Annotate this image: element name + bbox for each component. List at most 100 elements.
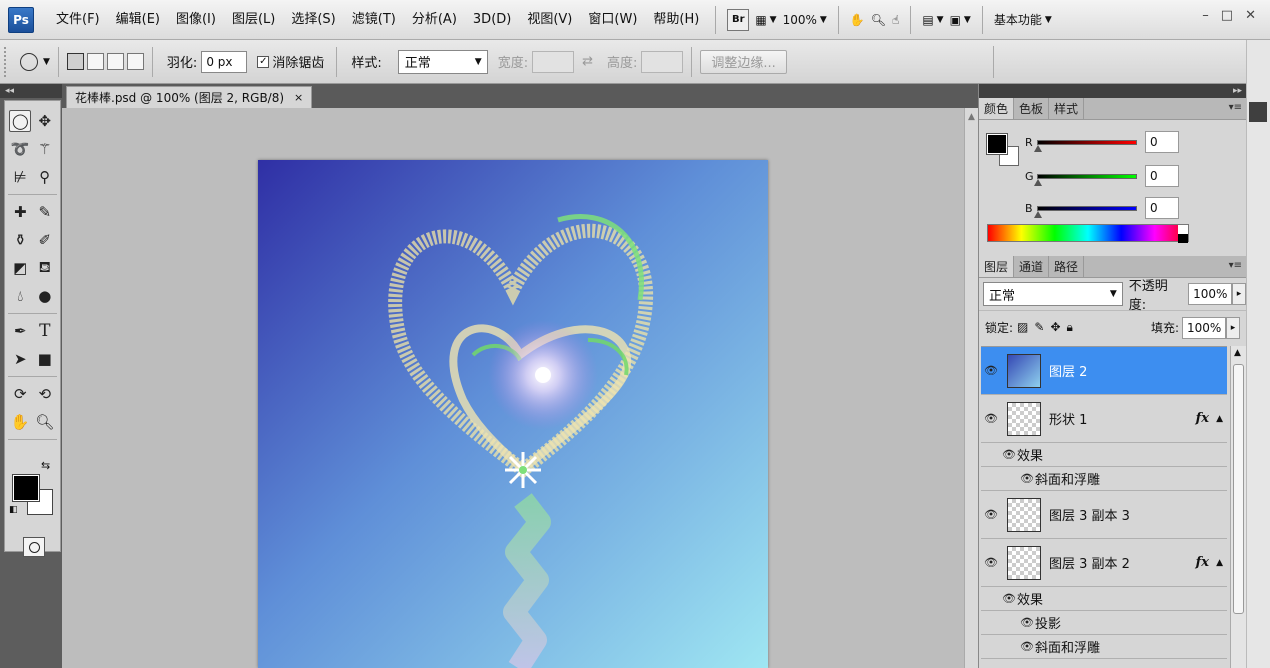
hand-tool-icon[interactable]: ✋ bbox=[9, 411, 31, 433]
effect-row-drop-shadow[interactable]: 👁︎ 投影 bbox=[981, 611, 1227, 635]
slider-knob-icon[interactable] bbox=[1034, 144, 1042, 152]
type-tool-icon[interactable]: T bbox=[34, 320, 56, 342]
hand-tool-button[interactable]: ✋ bbox=[850, 7, 865, 33]
tab-swatches[interactable]: 色板 bbox=[1014, 98, 1050, 119]
tab-channels[interactable]: 通道 bbox=[1014, 256, 1050, 277]
green-slider[interactable] bbox=[1034, 173, 1137, 186]
slider-knob-icon[interactable] bbox=[1034, 210, 1042, 218]
effects-group-row[interactable]: 👁︎ 效果 bbox=[981, 443, 1227, 467]
bridge-button[interactable]: Br bbox=[727, 7, 750, 33]
fill-slider-button[interactable]: ▸ bbox=[1226, 316, 1240, 339]
clone-stamp-tool-icon[interactable]: ⚱ bbox=[9, 229, 31, 251]
default-colors-icon[interactable]: ◧ bbox=[9, 505, 18, 515]
menu-select[interactable]: 选择(S) bbox=[283, 0, 343, 40]
collapse-effects-icon[interactable]: ▲ bbox=[1216, 558, 1223, 568]
tab-styles[interactable]: 样式 bbox=[1049, 98, 1085, 119]
close-document-icon[interactable]: × bbox=[294, 91, 303, 104]
menu-window[interactable]: 窗口(W) bbox=[580, 0, 645, 40]
new-selection-icon[interactable] bbox=[66, 53, 84, 70]
opacity-input[interactable]: 100% bbox=[1188, 283, 1233, 305]
panels-header[interactable]: ▸▸ bbox=[979, 84, 1246, 98]
3d-orbit-tool-icon[interactable]: ⟲ bbox=[34, 383, 56, 405]
layer-row-shape-1[interactable]: 👁︎ 形状 1 fx ▲ bbox=[981, 395, 1227, 443]
canvas-workspace[interactable] bbox=[62, 108, 964, 668]
effect-row-bevel-emboss[interactable]: 👁︎ 斜面和浮雕 bbox=[981, 635, 1227, 659]
effect-row-bevel-emboss[interactable]: 👁︎ 斜面和浮雕 bbox=[981, 467, 1227, 491]
black-white-ramp[interactable] bbox=[1178, 225, 1188, 243]
menu-analysis[interactable]: 分析(A) bbox=[404, 0, 465, 40]
tools-panel-header[interactable]: ◂◂ bbox=[0, 84, 62, 98]
tab-color[interactable]: 颜色 bbox=[979, 98, 1015, 119]
layer-effects-icon[interactable]: fx bbox=[1196, 411, 1209, 426]
visibility-eye-icon[interactable]: 👁︎ bbox=[1019, 616, 1035, 629]
healing-brush-tool-icon[interactable]: ✚ bbox=[9, 201, 31, 223]
foreground-color-swatch[interactable] bbox=[986, 133, 1008, 155]
collapse-effects-icon[interactable]: ▲ bbox=[1216, 414, 1223, 424]
workspace-switcher[interactable]: 基本功能 ▼ bbox=[994, 7, 1052, 33]
lock-position-icon[interactable]: ✥ bbox=[1050, 320, 1060, 335]
layer-row-layer-3-copy-3[interactable]: 👁︎ 图层 3 副本 3 bbox=[981, 491, 1227, 539]
slider-knob-icon[interactable] bbox=[1034, 178, 1042, 186]
visibility-eye-icon[interactable]: 👁︎ bbox=[981, 508, 1001, 521]
crop-tool-icon[interactable]: ⊭ bbox=[9, 166, 31, 188]
visibility-eye-icon[interactable]: 👁︎ bbox=[1001, 448, 1017, 461]
document-tab[interactable]: 花棒棒.psd @ 100% (图层 2, RGB/8) × bbox=[66, 86, 313, 108]
eraser-tool-icon[interactable]: ◩ bbox=[9, 257, 31, 279]
menu-image[interactable]: 图像(I) bbox=[168, 0, 224, 40]
visibility-eye-icon[interactable]: 👁︎ bbox=[981, 556, 1001, 569]
eyedropper-tool-icon[interactable]: ⚲ bbox=[34, 166, 56, 188]
panel-menu-icon[interactable]: ▾≡ bbox=[1229, 102, 1242, 113]
minimize-button[interactable]: – bbox=[1202, 8, 1209, 23]
visibility-eye-icon[interactable]: 👁︎ bbox=[1001, 592, 1017, 605]
arrange-documents-button[interactable]: ▤ ▼ bbox=[922, 7, 943, 33]
quick-mask-button[interactable] bbox=[23, 537, 45, 557]
scroll-up-icon[interactable]: ▲ bbox=[1234, 348, 1241, 358]
options-grip[interactable] bbox=[4, 46, 10, 77]
menu-layer[interactable]: 图层(L) bbox=[224, 0, 283, 40]
blue-value-input[interactable]: 0 bbox=[1145, 197, 1179, 219]
canvas-vertical-scrollbar[interactable]: ▲ bbox=[964, 108, 978, 668]
scrollbar-thumb[interactable] bbox=[1233, 364, 1244, 614]
menu-filter[interactable]: 滤镜(T) bbox=[344, 0, 404, 40]
effects-group-row[interactable]: 👁︎ 效果 bbox=[981, 587, 1227, 611]
zoom-tool-button[interactable]: 🔍︎ bbox=[871, 7, 886, 33]
menu-3d[interactable]: 3D(D) bbox=[465, 0, 519, 40]
feather-input[interactable]: 0 px bbox=[201, 50, 248, 73]
dodge-tool-icon[interactable]: ● bbox=[34, 285, 56, 307]
refine-edge-button[interactable]: 调整边缘... bbox=[700, 49, 787, 74]
document-canvas[interactable] bbox=[258, 160, 768, 668]
layer-effects-icon[interactable]: fx bbox=[1196, 555, 1209, 570]
swap-colors-icon[interactable]: ⇆ bbox=[41, 459, 50, 472]
paint-bucket-tool-icon[interactable]: ⛾ bbox=[34, 257, 56, 279]
elliptical-marquee-preset-icon[interactable] bbox=[20, 52, 38, 71]
antialias-checkbox[interactable]: ✓ bbox=[257, 55, 270, 68]
visibility-eye-icon[interactable]: 👁︎ bbox=[981, 364, 1001, 377]
intersect-selection-icon[interactable] bbox=[126, 53, 144, 70]
red-slider[interactable] bbox=[1034, 139, 1137, 152]
chevron-down-icon[interactable]: ▼ bbox=[43, 57, 50, 67]
blue-slider[interactable] bbox=[1034, 205, 1137, 218]
layer-row-layer-2[interactable]: 👁︎ 图层 2 bbox=[981, 347, 1227, 395]
visibility-eye-icon[interactable]: 👁︎ bbox=[1019, 472, 1035, 485]
panel-menu-icon[interactable]: ▾≡ bbox=[1229, 260, 1242, 271]
path-selection-tool-icon[interactable]: ➤ bbox=[9, 348, 31, 370]
visibility-eye-icon[interactable]: 👁︎ bbox=[1019, 640, 1035, 653]
green-value-input[interactable]: 0 bbox=[1145, 165, 1179, 187]
3d-rotate-tool-icon[interactable]: ⟳ bbox=[9, 383, 31, 405]
history-brush-tool-icon[interactable]: ✐ bbox=[34, 229, 56, 251]
menu-edit[interactable]: 编辑(E) bbox=[108, 0, 168, 40]
menu-help[interactable]: 帮助(H) bbox=[645, 0, 707, 40]
elliptical-marquee-tool-icon[interactable]: ◯ bbox=[9, 110, 32, 132]
add-to-selection-icon[interactable] bbox=[86, 53, 104, 70]
lock-image-icon[interactable]: ✎ bbox=[1034, 320, 1044, 335]
opacity-slider-button[interactable]: ▸ bbox=[1232, 283, 1246, 305]
subtract-from-selection-icon[interactable] bbox=[106, 53, 124, 70]
screen-mode-button[interactable]: ▣ ▼ bbox=[950, 7, 971, 33]
menu-view[interactable]: 视图(V) bbox=[519, 0, 580, 40]
visibility-eye-icon[interactable]: 👁︎ bbox=[981, 412, 1001, 425]
lasso-tool-icon[interactable]: ➰ bbox=[9, 138, 31, 160]
collapsed-panel-strip[interactable] bbox=[1249, 102, 1267, 122]
layer-row-layer-3-copy-2[interactable]: 👁︎ 图层 3 副本 2 fx ▲ bbox=[981, 539, 1227, 587]
menu-file[interactable]: 文件(F) bbox=[48, 0, 108, 40]
blur-tool-icon[interactable]: 💧︎ bbox=[9, 285, 31, 307]
